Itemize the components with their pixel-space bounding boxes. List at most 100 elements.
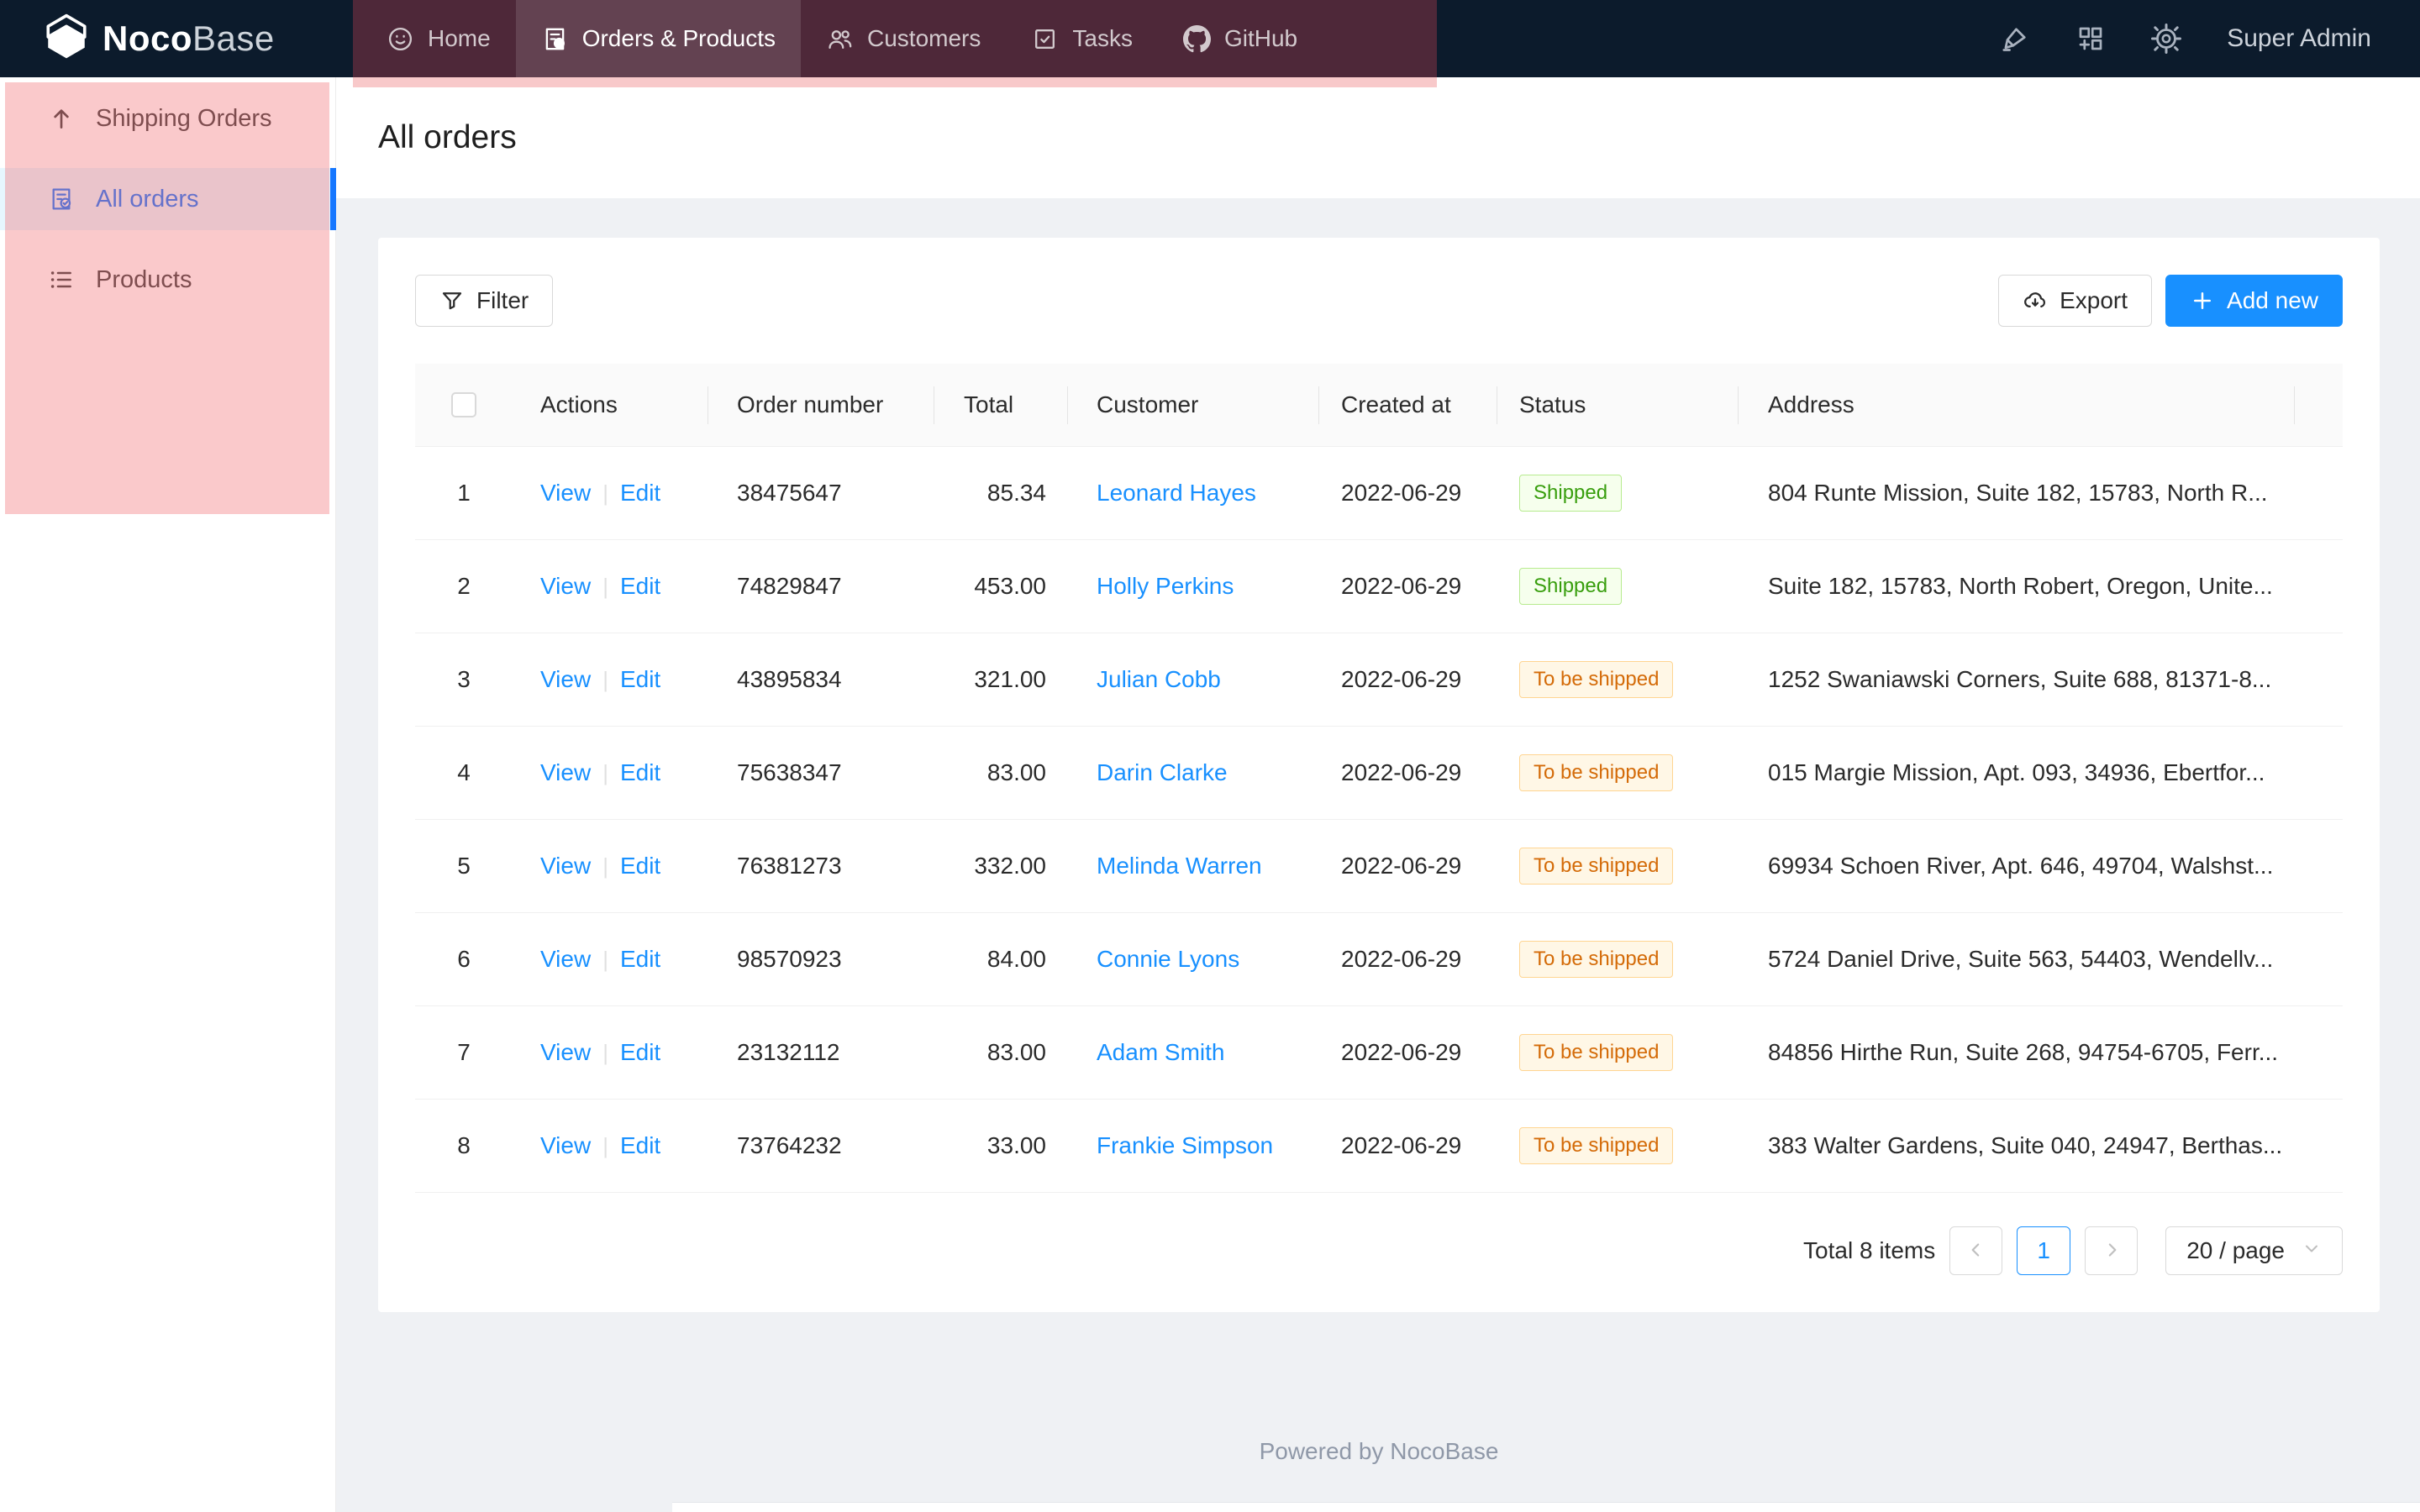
arrow-up-icon [47, 105, 76, 132]
row-index-cell: 4 [415, 759, 513, 786]
nav-item-home[interactable]: Home [361, 0, 516, 77]
nav-item-customers[interactable]: Customers [801, 0, 1006, 77]
column-header-label: Created at [1341, 391, 1451, 418]
team-icon [826, 25, 854, 53]
selected-indicator-bar [330, 168, 336, 230]
page-size-select[interactable]: 20 / page [2165, 1226, 2343, 1275]
customer-link[interactable]: Darin Clarke [1097, 759, 1228, 785]
pagination-next-button[interactable] [2085, 1226, 2138, 1275]
chevron-left-icon [1965, 1239, 1987, 1263]
edit-link[interactable]: Edit [620, 666, 660, 692]
edit-link[interactable]: Edit [620, 1039, 660, 1065]
order-number-cell: 74829847 [708, 573, 934, 600]
footer-text: Powered by NocoBase [378, 1438, 2380, 1465]
export-button[interactable]: Export [1998, 275, 2152, 327]
gear-icon[interactable] [2151, 24, 2181, 54]
content: Filter Export [336, 198, 2420, 1465]
status-badge: To be shipped [1519, 1034, 1673, 1071]
table-row: 2View|Edit74829847453.00Holly Perkins202… [415, 540, 2343, 633]
sidebar: Shipping Orders All orders Products [0, 77, 336, 1512]
sidebar-item-shipping-orders[interactable]: Shipping Orders [0, 87, 335, 150]
filter-button[interactable]: Filter [415, 275, 553, 327]
order-number-cell: 75638347 [708, 759, 934, 786]
view-link[interactable]: View [540, 1039, 591, 1065]
status-badge: To be shipped [1519, 941, 1673, 978]
nav-item-github[interactable]: GitHub [1158, 0, 1323, 77]
sidebar-item-label: Products [96, 266, 192, 294]
view-link[interactable]: View [540, 853, 591, 879]
action-divider: | [602, 667, 608, 692]
nav-item-label: Customers [867, 25, 981, 52]
nav-item-tasks[interactable]: Tasks [1006, 0, 1158, 77]
status-cell: To be shipped [1497, 1034, 1739, 1071]
customer-link[interactable]: Connie Lyons [1097, 946, 1239, 972]
edit-link[interactable]: Edit [620, 480, 660, 506]
column-header-label: Status [1519, 391, 1586, 418]
status-cell: To be shipped [1497, 941, 1739, 978]
customer-link[interactable]: Julian Cobb [1097, 666, 1221, 692]
edit-link[interactable]: Edit [620, 853, 660, 879]
sidebar-item-products[interactable]: Products [0, 249, 335, 311]
column-header-label: Customer [1097, 391, 1198, 418]
table-row: 5View|Edit76381273332.00Melinda Warren20… [415, 820, 2343, 913]
column-header-label: Total [964, 391, 1013, 418]
status-badge: To be shipped [1519, 754, 1673, 791]
appstore-add-icon[interactable] [2075, 24, 2106, 54]
customer-link[interactable]: Melinda Warren [1097, 853, 1262, 879]
view-link[interactable]: View [540, 1132, 591, 1158]
table-row: 6View|Edit9857092384.00Connie Lyons2022-… [415, 913, 2343, 1006]
row-actions-cell: View|Edit [513, 759, 708, 786]
edit-link[interactable]: Edit [620, 946, 660, 972]
status-cell: Shipped [1497, 568, 1739, 605]
order-number-cell: 76381273 [708, 853, 934, 879]
view-link[interactable]: View [540, 480, 591, 506]
column-header-label: Actions [540, 391, 618, 418]
view-link[interactable]: View [540, 573, 591, 599]
column-header-select [415, 364, 513, 447]
app-root: NocoBase HomeOrders & Products Customers T… [0, 0, 2420, 1512]
nav-item-label: GitHub [1224, 25, 1297, 52]
row-actions-cell: View | Edit [513, 666, 708, 693]
view-link[interactable]: View [540, 666, 591, 692]
table-row: 1View|Edit3847564785.34Leonard Hayes2022… [415, 447, 2343, 540]
highlighter-icon[interactable] [2000, 24, 2030, 54]
column-header-total: Total [934, 364, 1068, 447]
column-header-address: Address [1739, 364, 2295, 447]
filter-icon [439, 288, 465, 313]
cube-icon [42, 13, 91, 66]
edit-link[interactable]: Edit [620, 573, 660, 599]
action-divider: | [602, 480, 608, 506]
nav-item-orders-products[interactable]: Orders & Products [516, 0, 801, 77]
action-divider: | [602, 1040, 608, 1065]
orders-card: Filter Export [378, 238, 2380, 1312]
customer-link[interactable]: Holly Perkins [1097, 573, 1234, 599]
orders-table: Actions Order number Total Customer Created … [415, 364, 2343, 1275]
row-index-cell: 3 [415, 666, 513, 693]
pagination-page-1[interactable]: 1 [2017, 1226, 2070, 1275]
column-header-label: Order number [737, 391, 883, 418]
status-cell: Shipped [1497, 475, 1739, 512]
customer-link[interactable]: Adam Smith [1097, 1039, 1225, 1065]
pagination-prev-button[interactable] [1949, 1226, 2002, 1275]
select-all-checkbox[interactable] [451, 392, 476, 417]
customer-cell: Leonard Hayes [1068, 480, 1319, 507]
user-menu[interactable]: Super Admin [2227, 24, 2371, 53]
total-cell: 83.00 [934, 1039, 1068, 1066]
row-actions-cell: View|Edit [513, 573, 708, 600]
row-index-cell: 8 [415, 1132, 513, 1159]
view-link[interactable]: View [540, 759, 591, 785]
customer-cell: Holly Perkins [1068, 573, 1319, 600]
customer-link[interactable]: Leonard Hayes [1097, 480, 1256, 506]
logo-text: NocoBase [103, 18, 275, 59]
edit-link[interactable]: Edit [620, 759, 660, 785]
add-new-button[interactable]: Add new [2165, 275, 2343, 327]
view-link[interactable]: View [540, 946, 591, 972]
sidebar-item-all-orders[interactable]: All orders [0, 168, 335, 230]
edit-link[interactable]: Edit [620, 1132, 660, 1158]
customer-link[interactable]: Frankie Simpson [1097, 1132, 1273, 1158]
github-icon [1183, 25, 1211, 53]
list-icon [47, 266, 76, 293]
status-cell: To be shipped [1497, 661, 1739, 698]
app-logo[interactable]: NocoBase [42, 0, 275, 77]
row-actions-cell: View | Edit [513, 480, 708, 507]
